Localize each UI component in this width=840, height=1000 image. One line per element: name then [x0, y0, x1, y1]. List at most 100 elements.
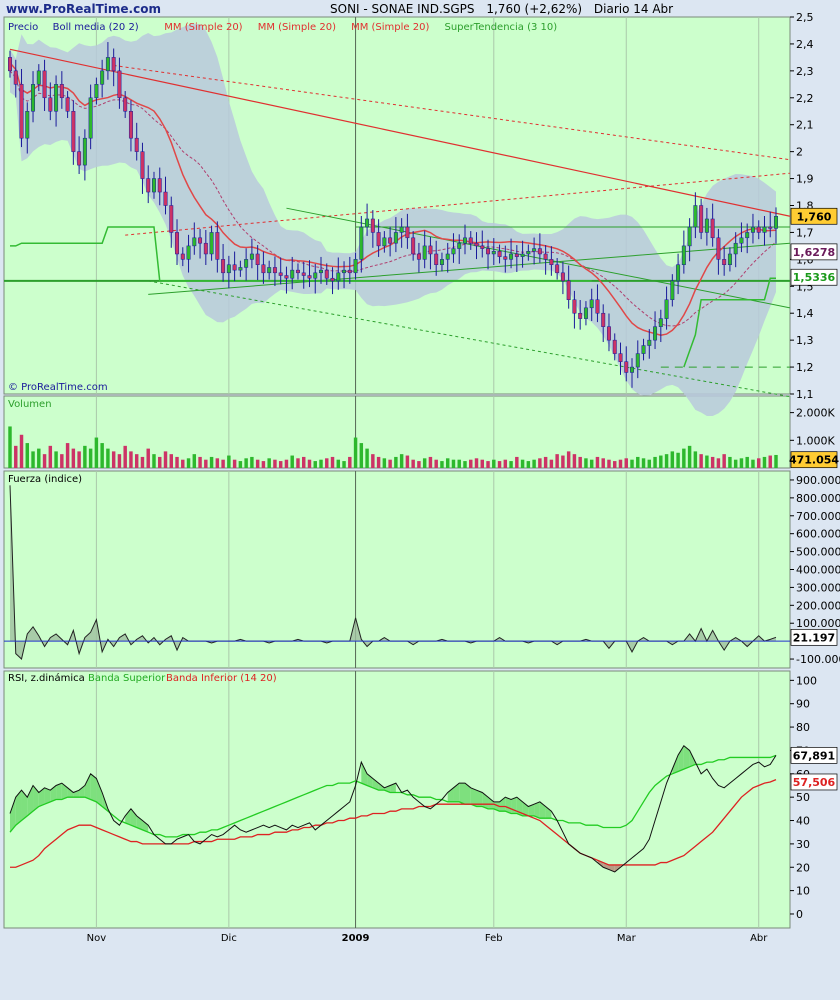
candle-body [123, 97, 128, 112]
candle-body [59, 84, 64, 99]
last-price-label: 1,760 [797, 210, 832, 223]
rsi-y-tick-label: 90 [796, 698, 810, 711]
candle-body [261, 264, 266, 274]
candle-body [537, 248, 542, 255]
candle-body [146, 178, 151, 193]
volume-bar [302, 456, 306, 468]
candle-body [555, 264, 560, 274]
candle-body [175, 232, 180, 255]
price-y-tick-label: 2,5 [796, 11, 814, 24]
volume-bar [659, 455, 663, 468]
candle-body [514, 253, 519, 257]
candle-body [215, 232, 220, 260]
rsi-y-tick-label: 50 [796, 791, 810, 804]
price-y-tick-label: 1,9 [796, 173, 814, 186]
volume-bar [469, 459, 473, 468]
candle-body [301, 272, 306, 276]
volume-last-label: 471.054 [789, 454, 839, 467]
candle-body [71, 111, 76, 152]
candle-body [13, 70, 18, 85]
candle-body [411, 237, 416, 255]
volume-bar [198, 456, 202, 468]
candle-body [434, 253, 439, 265]
candle-body [117, 70, 122, 99]
volume-bar [71, 448, 76, 468]
volume-bar [434, 459, 438, 468]
volume-bar [163, 451, 168, 468]
fuerza-y-tick-label: 800.000 [796, 492, 840, 505]
x-tick-label: Dic [221, 933, 237, 944]
volume-bar [589, 459, 594, 468]
panel-rsi [3, 670, 791, 929]
volume-bar [756, 458, 761, 468]
volume-bar [181, 459, 185, 468]
candle-body [566, 280, 571, 300]
volume-bar [227, 455, 231, 468]
volume-bar [440, 461, 444, 468]
volume-bar [745, 456, 749, 468]
candle-body [762, 226, 767, 233]
volume-bar [492, 459, 496, 468]
candle-body [295, 269, 300, 274]
volume-bar [278, 461, 283, 468]
candle-body [630, 366, 634, 373]
volume-bar [486, 461, 490, 468]
candle-body [31, 84, 36, 112]
candle-body [238, 267, 243, 271]
volume-bar [578, 456, 582, 468]
candle-body [739, 237, 744, 244]
rsi-legend-item: Banda Inferior (14 20) [166, 673, 277, 684]
price-y-tick-label: 2,4 [796, 38, 814, 51]
volume-bar [250, 456, 254, 468]
volume-bar [463, 461, 467, 468]
candle-body [313, 272, 318, 279]
candle-body [232, 264, 237, 271]
volume-bar [624, 458, 628, 468]
volume-bar [722, 454, 726, 468]
volume-bar [319, 459, 323, 468]
volume-bar [325, 458, 329, 468]
candle-body [428, 245, 433, 255]
candle-body [526, 251, 531, 255]
candle-body [474, 242, 479, 247]
candle-body [255, 253, 260, 265]
volume-bar [290, 455, 294, 468]
candle-body [451, 248, 456, 255]
volume-bar [451, 459, 456, 468]
volume-bar [636, 456, 640, 468]
candle-body [681, 245, 686, 265]
volume-bar [353, 437, 358, 468]
volume-bar [186, 458, 191, 468]
fuerza-y-tick-label: 200.000 [796, 599, 840, 612]
candle-body [549, 259, 554, 265]
volume-bar [342, 461, 346, 468]
candle-body [203, 242, 208, 255]
candle-body [653, 326, 658, 341]
candle-body [635, 353, 640, 368]
candle-body [111, 57, 116, 72]
candle-body [595, 299, 600, 314]
watermark: © ProRealTime.com [8, 382, 108, 393]
candle-body [405, 226, 410, 239]
volume-bar [566, 451, 571, 468]
volume-y-tick-label: 1.000K [796, 434, 835, 447]
volume-bar [584, 458, 588, 468]
candle-body [100, 70, 105, 85]
candle-body [365, 218, 370, 228]
volume-bar [273, 459, 277, 468]
volume-bar [8, 426, 12, 468]
candle-body [65, 97, 70, 112]
price-y-tick-label: 2,3 [796, 65, 814, 78]
volume-bar [618, 459, 623, 468]
boll-mid-label: 1,6278 [793, 246, 835, 259]
candle-body [134, 137, 139, 152]
volume-bar [676, 452, 680, 468]
volume-bar [134, 454, 139, 468]
candle-body [330, 277, 335, 282]
fuerza-y-tick-label: -100.000 [796, 653, 840, 666]
candle-body [416, 253, 421, 260]
candle-body [520, 253, 525, 257]
volume-bar [100, 443, 104, 468]
fuerza-y-tick-label: 500.000 [796, 546, 840, 559]
rsi-upper-fill [459, 783, 465, 805]
